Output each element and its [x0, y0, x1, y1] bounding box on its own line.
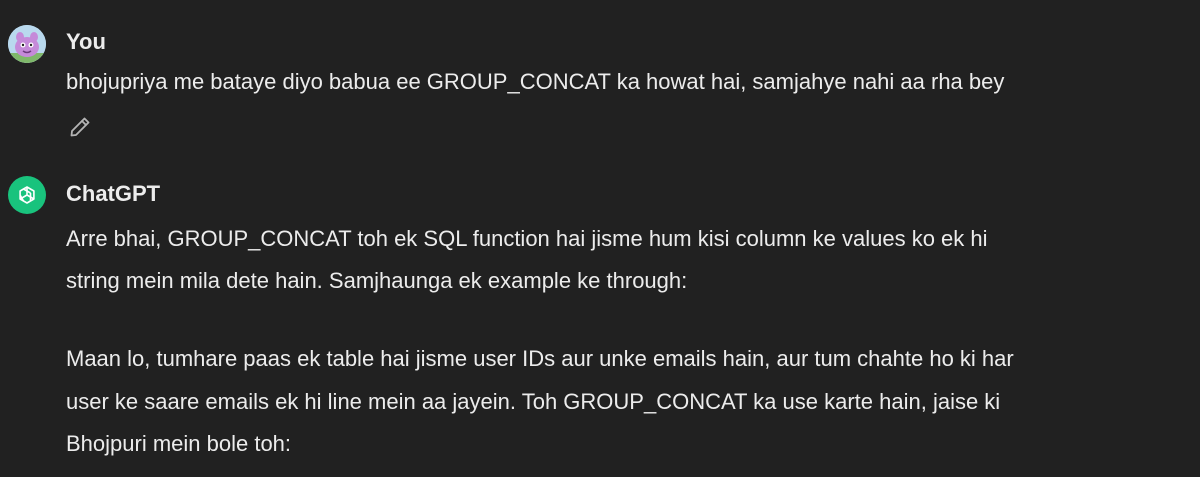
edit-message-button[interactable]: [66, 113, 94, 141]
assistant-paragraph-2-line-3: Bhojpuri mein bole toh:: [66, 431, 292, 456]
assistant-paragraph-2-line-2: user ke saare emails ek hi line mein aa …: [66, 389, 1001, 414]
assistant-paragraph-1-line-2: string mein mila dete hain. Samjhaunga e…: [66, 268, 688, 293]
pencil-icon: [70, 117, 90, 137]
user-message-text: bhojupriya me bataye diyo babua ee GROUP…: [66, 69, 1005, 94]
chatgpt-avatar-icon: [8, 176, 46, 214]
user-author-name: You: [66, 29, 106, 54]
assistant-paragraph-2-line-1: Maan lo, tumhare paas ek table hai jisme…: [66, 346, 1014, 371]
assistant-paragraph-1-line-1: Arre bhai, GROUP_CONCAT toh ek SQL funct…: [66, 226, 988, 251]
chat-conversation: You bhojupriya me bataye diyo babua ee G…: [0, 0, 1200, 477]
assistant-author-name: ChatGPT: [66, 181, 161, 206]
user-avatar-icon: [8, 25, 46, 63]
openai-logo-icon: [19, 186, 35, 204]
